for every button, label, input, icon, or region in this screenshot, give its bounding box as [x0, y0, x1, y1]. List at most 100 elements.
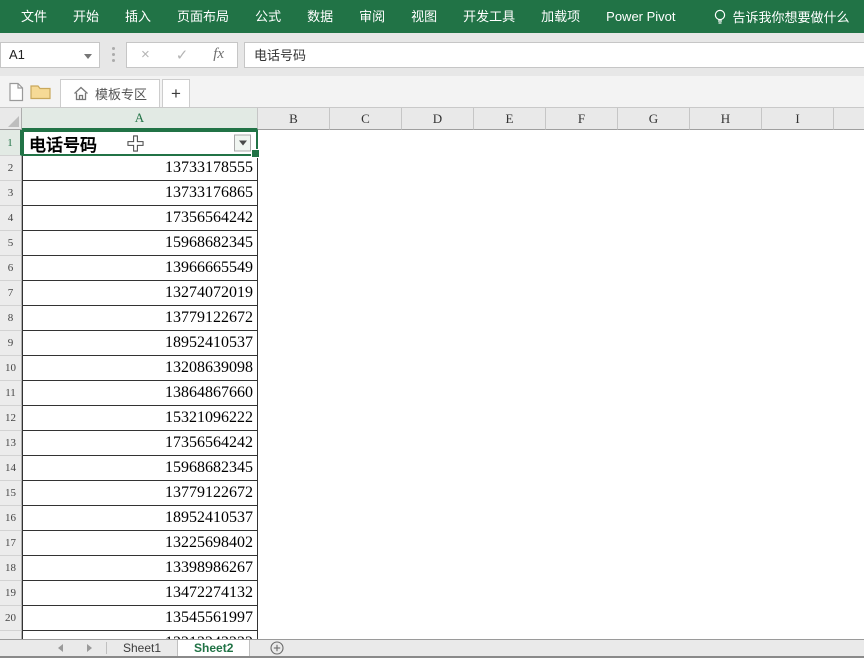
insert-function-button[interactable]: fx [200, 43, 237, 67]
cell-a3[interactable]: 13733176865 [22, 181, 258, 206]
column-header-F[interactable]: F [546, 108, 618, 130]
row-header-20[interactable]: 20 [0, 606, 22, 631]
empty-cells-area[interactable] [258, 481, 864, 506]
empty-cells-area[interactable] [258, 281, 864, 306]
empty-cells-area[interactable] [258, 531, 864, 556]
cell-a15[interactable]: 13779122672 [22, 481, 258, 506]
empty-cells-area[interactable] [258, 456, 864, 481]
row-header-4[interactable]: 4 [0, 206, 22, 231]
cell-a5[interactable]: 15968682345 [22, 231, 258, 256]
cancel-button[interactable]: × [127, 43, 164, 67]
row-header-1[interactable]: 1 [0, 130, 22, 156]
row-header-2[interactable]: 2 [0, 156, 22, 181]
empty-cells-area[interactable] [258, 506, 864, 531]
tell-me-box[interactable]: 告诉我你想要做什么 [713, 7, 850, 26]
cell-a11[interactable]: 13864867660 [22, 381, 258, 406]
ribbon-tab-1[interactable]: 开始 [60, 0, 112, 33]
name-box-dropdown-icon[interactable] [84, 54, 92, 59]
tab-template-zone[interactable]: 模板专区 [60, 79, 160, 107]
cell-a17[interactable]: 13225698402 [22, 531, 258, 556]
row-header-15[interactable]: 15 [0, 481, 22, 506]
row-header-8[interactable]: 8 [0, 306, 22, 331]
row-header-13[interactable]: 13 [0, 431, 22, 456]
cell-a2[interactable]: 13733178555 [22, 156, 258, 181]
ribbon-tab-7[interactable]: 视图 [398, 0, 450, 33]
new-workbook-tab-button[interactable]: + [162, 79, 190, 107]
cell-a19[interactable]: 13472274132 [22, 581, 258, 606]
column-header-B[interactable]: B [258, 108, 330, 130]
cell-a1-selected[interactable]: 电话号码 [22, 130, 258, 156]
empty-cells-area[interactable] [258, 431, 864, 456]
empty-cells-area[interactable] [258, 331, 864, 356]
empty-cells-area[interactable] [258, 181, 864, 206]
cell-a8[interactable]: 13779122672 [22, 306, 258, 331]
column-header-I[interactable]: I [762, 108, 834, 130]
cell-a18[interactable]: 13398986267 [22, 556, 258, 581]
empty-cells-area[interactable] [258, 556, 864, 581]
new-document-icon[interactable] [4, 76, 28, 107]
cell-a14[interactable]: 15968682345 [22, 456, 258, 481]
cell-a20[interactable]: 13545561997 [22, 606, 258, 631]
empty-cells-area[interactable] [258, 356, 864, 381]
column-header-E[interactable]: E [474, 108, 546, 130]
row-header-3[interactable]: 3 [0, 181, 22, 206]
row-header-6[interactable]: 6 [0, 256, 22, 281]
row-header-12[interactable]: 12 [0, 406, 22, 431]
fill-handle[interactable] [251, 149, 260, 158]
ribbon-tab-10[interactable]: Power Pivot [593, 0, 688, 33]
enter-button[interactable]: ✓ [164, 43, 201, 67]
column-header-C[interactable]: C [330, 108, 402, 130]
cell-a12[interactable]: 15321096222 [22, 406, 258, 431]
empty-cells-area[interactable] [258, 581, 864, 606]
name-box[interactable]: A1 [0, 42, 100, 68]
ribbon-tab-6[interactable]: 审阅 [346, 0, 398, 33]
cell-a9[interactable]: 18952410537 [22, 331, 258, 356]
cell-a4[interactable]: 17356564242 [22, 206, 258, 231]
select-all-corner[interactable] [0, 108, 22, 130]
row-header-18[interactable]: 18 [0, 556, 22, 581]
empty-cells-area[interactable] [258, 306, 864, 331]
ribbon-tab-8[interactable]: 开发工具 [450, 0, 528, 33]
empty-cells-area[interactable] [258, 206, 864, 231]
row-header-19[interactable]: 19 [0, 581, 22, 606]
cell-a7[interactable]: 13274072019 [22, 281, 258, 306]
add-sheet-button[interactable] [270, 640, 284, 656]
formula-bar-input[interactable]: 电话号码 [244, 42, 864, 68]
column-header-A[interactable]: A [22, 108, 258, 130]
ribbon-tab-4[interactable]: 公式 [242, 0, 294, 33]
column-header-G[interactable]: G [618, 108, 690, 130]
ribbon-tab-0[interactable]: 文件 [8, 0, 60, 33]
ribbon-tab-9[interactable]: 加载项 [528, 0, 593, 33]
row-header-7[interactable]: 7 [0, 281, 22, 306]
empty-cells-area[interactable] [258, 156, 864, 181]
empty-cells-area[interactable] [258, 606, 864, 631]
empty-cells-area[interactable] [258, 381, 864, 406]
column-header-D[interactable]: D [402, 108, 474, 130]
empty-cells-area[interactable] [258, 406, 864, 431]
cell-a16[interactable]: 18952410537 [22, 506, 258, 531]
empty-cells-area[interactable] [258, 256, 864, 281]
cell-a13[interactable]: 17356564242 [22, 431, 258, 456]
open-folder-icon[interactable] [28, 76, 52, 107]
ribbon-tab-3[interactable]: 页面布局 [164, 0, 242, 33]
empty-cells-area[interactable] [258, 130, 864, 156]
sheet-next-icon[interactable] [87, 644, 92, 652]
ribbon-tab-2[interactable]: 插入 [112, 0, 164, 33]
empty-cells-area[interactable] [258, 231, 864, 256]
cell-a6[interactable]: 13966665549 [22, 256, 258, 281]
row-header-10[interactable]: 10 [0, 356, 22, 381]
row-header-9[interactable]: 9 [0, 331, 22, 356]
row-header-16[interactable]: 16 [0, 506, 22, 531]
sheet-prev-icon[interactable] [58, 644, 63, 652]
row-header-5[interactable]: 5 [0, 231, 22, 256]
sheet-tab-sheet2[interactable]: Sheet2 [178, 640, 250, 656]
row-header-14[interactable]: 14 [0, 456, 22, 481]
ribbon-tab-5[interactable]: 数据 [294, 0, 346, 33]
column-header-H[interactable]: H [690, 108, 762, 130]
sheet-tab-sheet1[interactable]: Sheet1 [107, 640, 178, 656]
row-header-17[interactable]: 17 [0, 531, 22, 556]
row-header-11[interactable]: 11 [0, 381, 22, 406]
cell-a10[interactable]: 13208639098 [22, 356, 258, 381]
formula-bar-drag-handle[interactable] [100, 47, 126, 62]
autofilter-dropdown-button[interactable] [234, 135, 251, 152]
